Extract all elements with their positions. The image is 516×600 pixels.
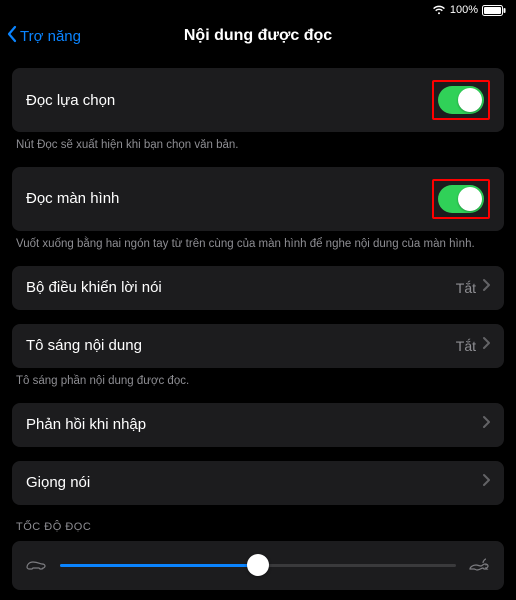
row-label: Bộ điều khiển lời nói — [26, 279, 162, 296]
slider-fill — [60, 564, 258, 567]
nav-bar: Trợ năng Nội dung được đọc — [0, 18, 516, 54]
speed-slider[interactable] — [60, 564, 456, 567]
chevron-right-icon — [482, 336, 490, 355]
chevron-right-icon — [482, 415, 490, 434]
toggle-speak-screen[interactable] — [438, 185, 484, 213]
row-speak-screen[interactable]: Đọc màn hình — [12, 167, 504, 231]
toggle-speak-selection[interactable] — [438, 86, 484, 114]
row-label: Tô sáng nội dung — [26, 337, 142, 354]
chevron-right-icon — [482, 278, 490, 297]
back-button[interactable]: Trợ năng — [6, 25, 81, 47]
battery-icon — [482, 5, 506, 16]
tortoise-icon — [26, 555, 48, 576]
row-label: Đọc lựa chọn — [26, 92, 115, 109]
status-bar: 100% — [0, 0, 516, 18]
row-speech-controller[interactable]: Bộ điều khiển lời nói Tắt — [12, 266, 504, 310]
row-speak-selection[interactable]: Đọc lựa chọn — [12, 68, 504, 132]
hare-icon — [468, 555, 490, 576]
row-label: Phản hồi khi nhập — [26, 416, 146, 433]
row-label: Đọc màn hình — [26, 190, 119, 207]
chevron-right-icon — [482, 473, 490, 492]
row-footer: Nút Đọc sẽ xuất hiện khi bạn chọn văn bả… — [12, 132, 504, 153]
row-speed-slider — [12, 541, 504, 590]
row-footer: Tô sáng phần nội dung được đọc. — [12, 368, 504, 389]
back-label: Trợ năng — [20, 28, 81, 45]
row-typing-feedback[interactable]: Phản hồi khi nhập — [12, 403, 504, 447]
slider-thumb[interactable] — [247, 554, 269, 576]
row-value: Tắt — [456, 338, 476, 354]
section-header-speed: TỐC ĐỘ ĐỌC — [12, 505, 504, 533]
annotation-highlight — [432, 80, 490, 120]
row-highlight-content[interactable]: Tô sáng nội dung Tắt — [12, 324, 504, 368]
row-voices[interactable]: Giọng nói — [12, 461, 504, 505]
chevron-left-icon — [6, 25, 18, 47]
row-footer: Vuốt xuống bằng hai ngón tay từ trên cùn… — [12, 231, 504, 252]
wifi-icon — [432, 5, 446, 15]
row-value: Tắt — [456, 280, 476, 296]
battery-percent: 100% — [450, 4, 478, 16]
row-label: Giọng nói — [26, 474, 90, 491]
annotation-highlight — [432, 179, 490, 219]
